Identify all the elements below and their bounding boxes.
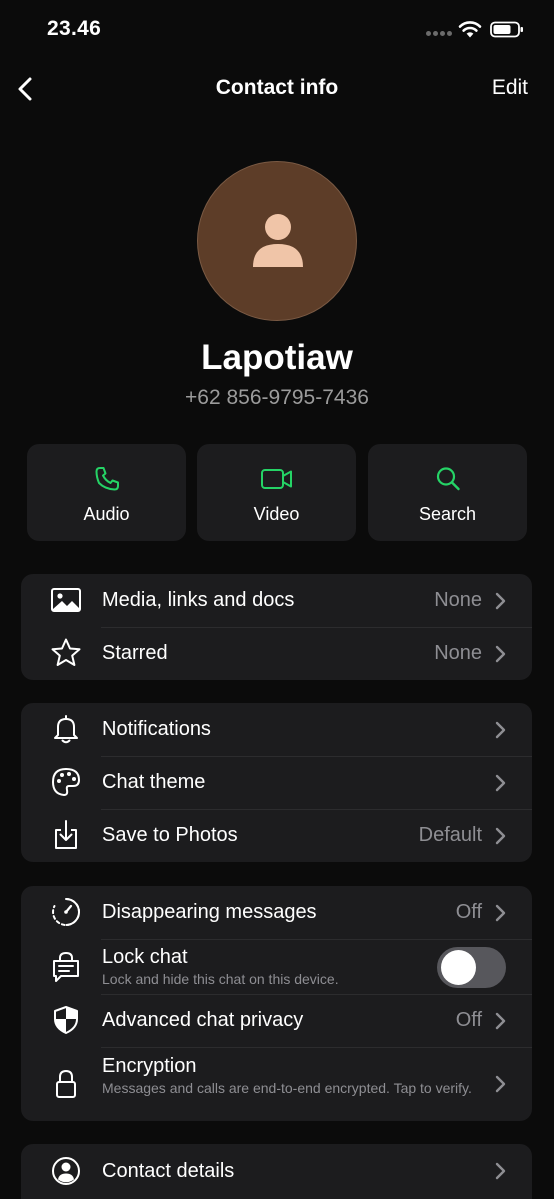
contact-details-group: Contact details: [21, 1144, 532, 1199]
starred-row[interactable]: Starred None: [21, 627, 532, 680]
settings-group: Notifications Chat theme Save to Photos …: [21, 703, 532, 862]
video-label: Video: [253, 504, 300, 524]
row-label: Contact details: [102, 1160, 235, 1182]
advanced-chat-privacy-row[interactable]: Advanced chat privacy Off: [21, 994, 532, 1047]
contact-phone: +62 856-9795-7436: [185, 386, 369, 409]
phone-icon: [95, 467, 119, 491]
save-to-photos-row[interactable]: Save to Photos Default: [21, 809, 532, 862]
bell-icon: [54, 715, 78, 744]
star-icon: [51, 638, 81, 666]
row-value: None: [434, 642, 482, 664]
contact-name: Lapotiaw: [201, 338, 353, 377]
page-title: Contact info: [215, 76, 339, 99]
row-value: None: [434, 589, 482, 611]
row-subtitle: Lock and hide this chat on this device.: [102, 971, 339, 987]
row-label: Starred: [102, 642, 168, 664]
media-links-docs-row[interactable]: Media, links and docs None: [21, 574, 532, 627]
status-bar: 23.46: [0, 0, 554, 60]
row-label: Media, links and docs: [102, 589, 295, 611]
edit-button[interactable]: Edit: [492, 76, 528, 100]
audio-call-button[interactable]: Audio: [27, 444, 186, 541]
row-label: Advanced chat privacy: [102, 1009, 304, 1031]
row-value: Off: [455, 1009, 482, 1031]
row-label: Notifications: [102, 718, 211, 740]
encryption-row[interactable]: Encryption Messages and calls are end-to…: [21, 1047, 532, 1121]
row-value: Default: [418, 824, 482, 846]
lock-icon: [56, 1069, 76, 1098]
chevron-right-icon: [495, 1012, 506, 1030]
timer-icon: [52, 898, 81, 926]
contact-details-row[interactable]: Contact details: [21, 1144, 532, 1197]
chevron-right-icon: [495, 645, 506, 663]
signal-icon: [426, 31, 452, 37]
chevron-right-icon: [495, 1162, 506, 1180]
chevron-right-icon: [495, 827, 506, 845]
notifications-row[interactable]: Notifications: [21, 703, 532, 756]
row-value: Off: [455, 901, 482, 923]
audio-label: Audio: [83, 504, 130, 524]
lock-chat-toggle[interactable]: [437, 947, 506, 988]
toggle-knob: [441, 950, 476, 985]
video-icon: [260, 469, 292, 489]
video-call-button[interactable]: Video: [197, 444, 356, 541]
chevron-right-icon: [495, 1075, 506, 1093]
row-label: Chat theme: [102, 771, 206, 793]
status-time: 23.46: [47, 17, 102, 40]
lock-chat-icon: [53, 951, 79, 982]
search-label: Search: [418, 504, 477, 524]
save-icon: [55, 820, 77, 849]
row-label: Encryption: [102, 1055, 197, 1077]
search-icon: [436, 467, 460, 491]
row-label: Save to Photos: [102, 824, 238, 846]
row-label: Lock chat: [102, 946, 188, 968]
row-label: Disappearing messages: [102, 901, 317, 923]
disappearing-messages-row[interactable]: Disappearing messages Off: [21, 886, 532, 939]
media-group: Media, links and docs None Starred None: [21, 574, 532, 680]
palette-icon: [52, 768, 80, 796]
image-icon: [51, 588, 81, 612]
chevron-right-icon: [495, 904, 506, 922]
lock-chat-row[interactable]: Lock chat Lock and hide this chat on thi…: [21, 939, 532, 994]
person-circle-icon: [52, 1157, 80, 1185]
shield-icon: [54, 1006, 78, 1034]
person-icon: [253, 214, 303, 267]
avatar[interactable]: [197, 161, 357, 321]
search-button[interactable]: Search: [368, 444, 527, 541]
battery-icon: [490, 21, 523, 38]
chevron-right-icon: [495, 592, 506, 610]
nav-bar: Contact info Edit: [0, 60, 554, 120]
chevron-right-icon: [495, 774, 506, 792]
row-subtitle: Messages and calls are end-to-end encryp…: [102, 1080, 472, 1096]
privacy-group: Disappearing messages Off Lock chat Lock…: [21, 886, 532, 1121]
wifi-icon: [458, 21, 482, 38]
chevron-right-icon: [495, 721, 506, 739]
chat-theme-row[interactable]: Chat theme: [21, 756, 532, 809]
